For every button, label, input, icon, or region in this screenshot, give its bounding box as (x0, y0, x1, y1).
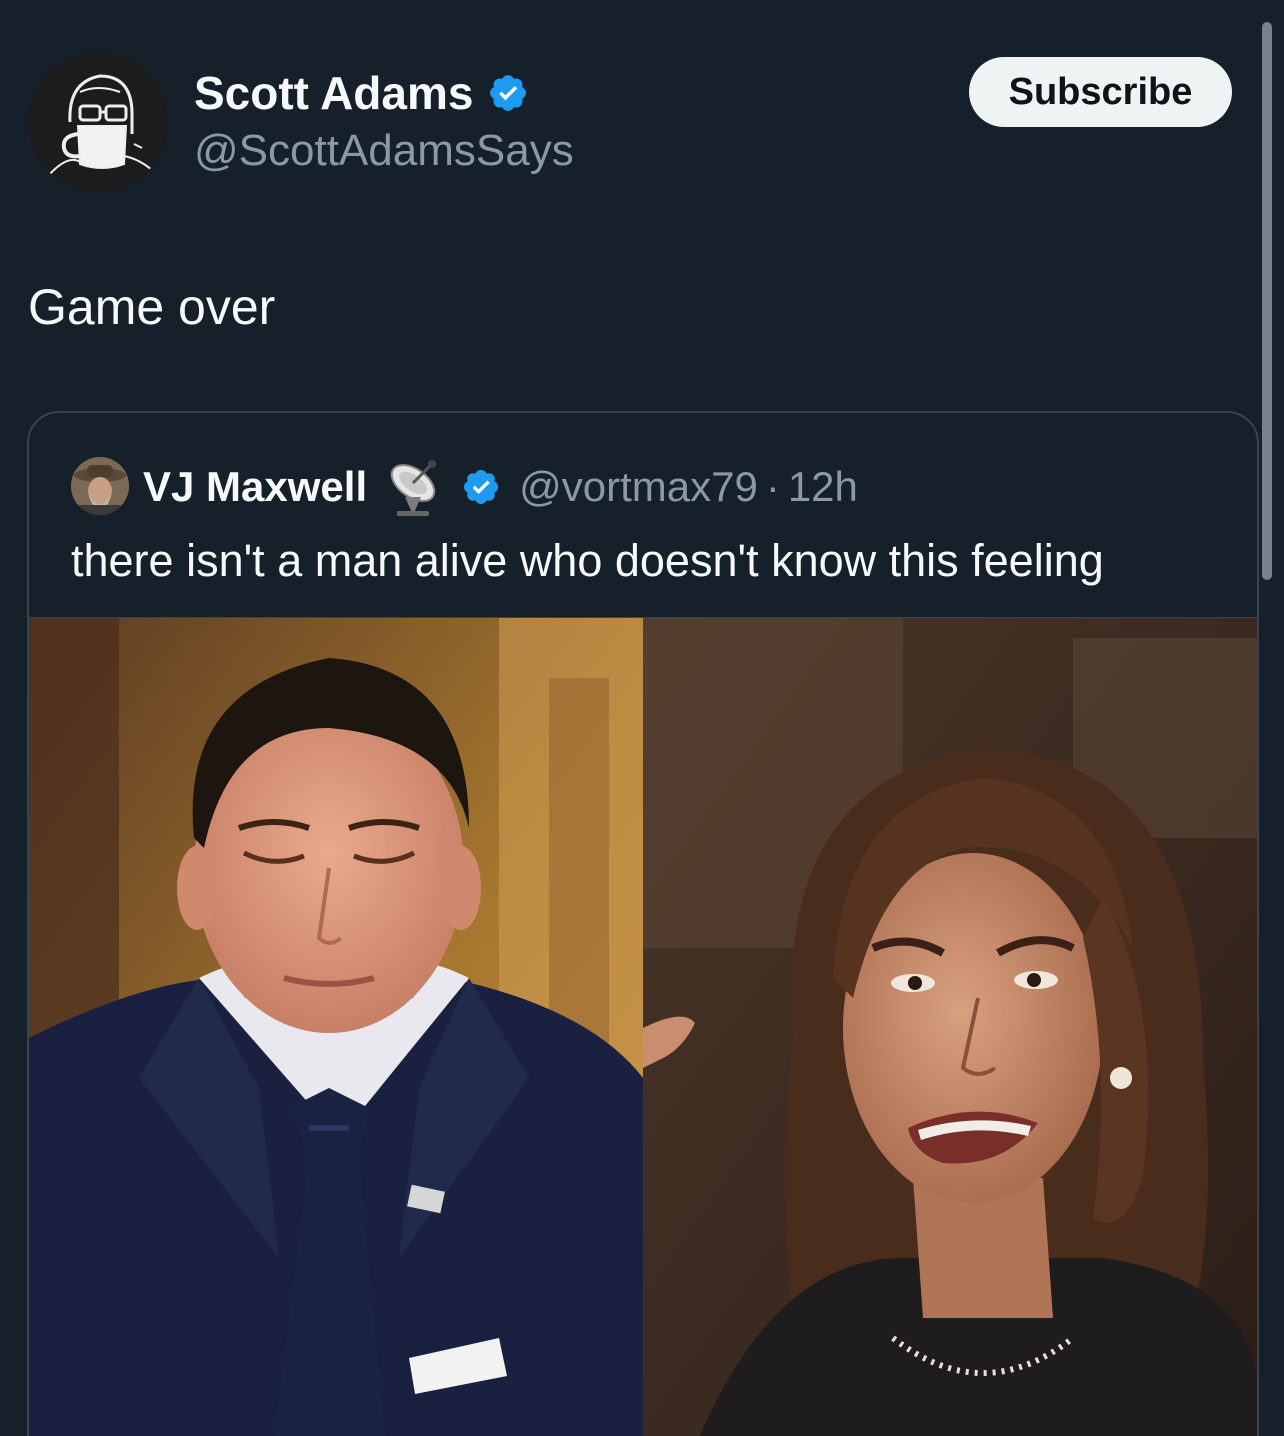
author-avatar[interactable] (28, 52, 168, 192)
subscribe-button[interactable]: Subscribe (969, 57, 1232, 127)
cartoon-mug-avatar-icon (28, 52, 168, 192)
verified-badge-icon (490, 75, 527, 111)
photo-man-eyes-closed-image (29, 618, 643, 1436)
quoted-author-avatar[interactable] (71, 457, 129, 515)
photo-man-eyes-closed[interactable] (29, 618, 643, 1436)
author-name-text[interactable]: Scott Adams (194, 66, 473, 120)
photo-woman-speaking-image (643, 618, 1257, 1436)
verified-badge-icon (464, 469, 499, 505)
author-name[interactable]: Scott Adams (194, 66, 529, 120)
tweet-text: Game over (28, 279, 276, 335)
satellite-antenna-icon (390, 460, 437, 516)
quoted-timestamp[interactable]: 12h (788, 463, 858, 511)
quoted-author-handle[interactable]: @vortmax79 (519, 463, 758, 511)
author-handle[interactable]: @ScottAdamsSays (194, 126, 574, 176)
quoted-tweet-text: there isn't a man alive who doesn't know… (71, 535, 1104, 586)
quoted-author-name[interactable]: VJ Maxwell (143, 463, 367, 511)
quoted-tweet-card[interactable]: VJ Maxwell @vortmax79 · 12h there isn't … (27, 411, 1259, 1436)
photo-woman-speaking[interactable] (643, 618, 1257, 1436)
cowboy-hat-man-avatar-icon (71, 457, 129, 515)
scrollbar[interactable] (1262, 22, 1272, 580)
tweet-page: Scott Adams @ScottAdamsSays Subscribe Ga… (0, 0, 1284, 1436)
quoted-author-line: VJ Maxwell @vortmax79 · 12h (143, 457, 858, 517)
quoted-media-grid[interactable] (29, 617, 1257, 1436)
separator-dot: · (765, 463, 780, 510)
